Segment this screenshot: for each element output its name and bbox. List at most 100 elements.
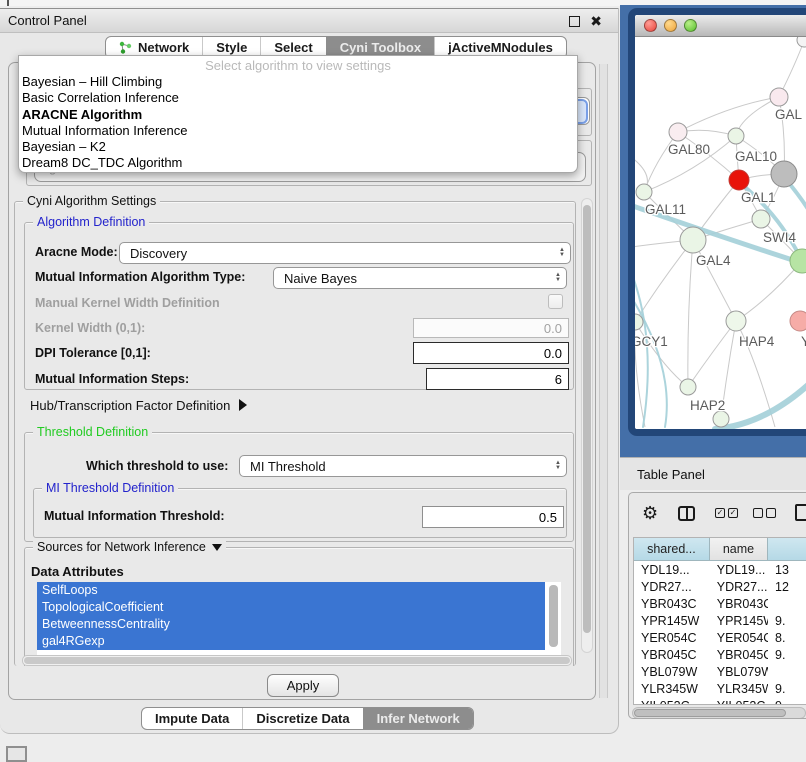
mi-threshold-label: Mutual Information Threshold: bbox=[44, 509, 225, 523]
table-row[interactable]: YIL052CYIL052C9 bbox=[634, 697, 806, 705]
network-node[interactable] bbox=[797, 37, 806, 47]
table-rows: YDL19...YDL19...13YDR27...YDR27...12YBR0… bbox=[634, 561, 806, 705]
minimized-panel-icon[interactable] bbox=[6, 746, 27, 762]
table-cell: 12 bbox=[768, 580, 806, 594]
control-panel-titlebar[interactable]: Control Panel ✖ bbox=[0, 8, 618, 33]
network-node[interactable] bbox=[729, 170, 749, 190]
dpi-tolerance-field[interactable]: 0.0 bbox=[413, 342, 569, 364]
table-column-header[interactable] bbox=[768, 538, 806, 561]
table-row[interactable]: YDL19...YDL19...13 bbox=[634, 561, 806, 578]
network-edge bbox=[736, 261, 802, 321]
aracne-mode-combobox[interactable]: Discovery ▲▼ bbox=[119, 242, 571, 264]
table-row[interactable]: YDR27...YDR27...12 bbox=[634, 578, 806, 595]
manual-kernel-checkbox[interactable] bbox=[548, 294, 563, 309]
control-panel-window: Control Panel ✖ NetworkStyleSelectCyni T… bbox=[0, 8, 619, 734]
network-node[interactable] bbox=[790, 249, 806, 273]
float-window-icon[interactable] bbox=[569, 16, 580, 27]
algorithm-definition-title: Algorithm Definition bbox=[33, 215, 149, 229]
which-threshold-combobox[interactable]: MI Threshold ▲▼ bbox=[239, 455, 567, 477]
split-view-icon[interactable] bbox=[678, 506, 695, 521]
network-node[interactable] bbox=[728, 128, 744, 144]
data-attribute-item[interactable]: gal4RGexp bbox=[37, 633, 545, 650]
minimize-traffic-light[interactable] bbox=[664, 19, 677, 32]
horizontal-scrollbar[interactable] bbox=[22, 655, 572, 666]
settings-scrollbar-thumb[interactable] bbox=[583, 205, 591, 633]
data-attribute-item[interactable]: SelfLoops bbox=[37, 582, 545, 599]
network-window-titlebar[interactable] bbox=[635, 15, 806, 37]
algorithm-option[interactable]: Basic Correlation Inference bbox=[19, 90, 577, 106]
algorithm-option[interactable]: Bayesian – K2 bbox=[19, 139, 577, 155]
hub-definition-expander[interactable]: Hub/Transcription Factor Definition bbox=[30, 397, 247, 413]
data-attribute-item[interactable]: TopologicalCoefficient bbox=[37, 599, 545, 616]
network-node[interactable] bbox=[680, 379, 696, 395]
table-horizontal-scrollbar[interactable] bbox=[632, 707, 806, 719]
algorithm-option[interactable]: ARACNE Algorithm bbox=[19, 107, 577, 123]
table-header-row: shared...name bbox=[634, 538, 806, 561]
table-panel-titlebar[interactable]: Table Panel bbox=[620, 457, 806, 490]
network-node[interactable] bbox=[669, 123, 687, 141]
close-traffic-light[interactable] bbox=[644, 19, 657, 32]
table-row[interactable]: YLR345WYLR345W9. bbox=[634, 680, 806, 697]
new-column-icon[interactable] bbox=[795, 504, 806, 521]
list-scrollbar-thumb[interactable] bbox=[549, 585, 558, 647]
table-horizontal-scrollbar-thumb[interactable] bbox=[634, 709, 786, 717]
table-column-header[interactable]: shared... bbox=[634, 538, 710, 561]
data-attributes-label: Data Attributes bbox=[31, 564, 124, 579]
bottom-tab-discretize-data[interactable]: Discretize Data bbox=[242, 708, 362, 729]
zoom-traffic-light[interactable] bbox=[684, 19, 697, 32]
table-cell: YBR043C bbox=[634, 597, 710, 611]
table-column-header[interactable]: name bbox=[710, 538, 768, 561]
network-node[interactable] bbox=[771, 161, 797, 187]
network-node-label: SWI4 bbox=[763, 230, 796, 245]
table-row[interactable]: YPR145WYPR145W9. bbox=[634, 612, 806, 629]
network-node[interactable] bbox=[770, 88, 788, 106]
network-node[interactable] bbox=[790, 311, 806, 331]
close-icon[interactable]: ✖ bbox=[590, 13, 602, 30]
panel-scrollbar-track[interactable] bbox=[599, 64, 608, 698]
apply-button[interactable]: Apply bbox=[267, 674, 339, 697]
network-node-label: GAL11 bbox=[645, 202, 686, 217]
kernel-width-label: Kernel Width (0,1): bbox=[35, 321, 145, 335]
horizontal-scrollbar-thumb[interactable] bbox=[24, 657, 570, 664]
algorithm-popup-placeholder: Select algorithm to view settings bbox=[19, 57, 577, 74]
network-view-window[interactable]: GALGAL80GAL10GAL1GAL11SWI4GAL4GCY1HAP4YH… bbox=[628, 8, 806, 436]
table-cell: YER054C bbox=[710, 631, 768, 645]
combobox-stepper-icon: ▲▼ bbox=[550, 461, 566, 471]
algorithm-option[interactable]: Mutual Information Inference bbox=[19, 123, 577, 139]
gear-icon[interactable]: ⚙ bbox=[642, 503, 658, 523]
mi-type-combobox[interactable]: Naive Bayes ▲▼ bbox=[273, 267, 567, 289]
network-node-label: GAL1 bbox=[741, 190, 776, 205]
network-graph: GALGAL80GAL10GAL1GAL11SWI4GAL4GCY1HAP4YH… bbox=[635, 37, 806, 429]
data-attribute-item[interactable]: BetweennessCentrality bbox=[37, 616, 545, 633]
table-cell: 13 bbox=[768, 563, 806, 577]
table-row[interactable]: YBL079WYBL079W bbox=[634, 663, 806, 680]
bottom-tab-infer-network[interactable]: Infer Network bbox=[363, 708, 473, 729]
show-unchecked-icon[interactable] bbox=[753, 508, 776, 518]
table-row[interactable]: YBR045CYBR045C9. bbox=[634, 646, 806, 663]
sources-title[interactable]: Sources for Network Inference bbox=[33, 540, 226, 554]
table-cell: YLR345W bbox=[710, 682, 768, 696]
algorithm-option[interactable]: Bayesian – Hill Climbing bbox=[19, 74, 577, 90]
which-threshold-label: Which threshold to use: bbox=[86, 459, 228, 473]
algorithm-option[interactable]: Dream8 DC_TDC Algorithm bbox=[19, 155, 577, 171]
network-node[interactable] bbox=[713, 411, 729, 427]
settings-scrollbar-track[interactable] bbox=[581, 198, 593, 653]
aracne-mode-value: Discovery bbox=[120, 246, 554, 261]
network-node[interactable] bbox=[726, 311, 746, 331]
network-node-label: GAL80 bbox=[668, 142, 710, 157]
table-cell: 9. bbox=[768, 648, 806, 662]
bottom-tab-impute-data[interactable]: Impute Data bbox=[142, 708, 242, 729]
network-canvas[interactable]: GALGAL80GAL10GAL1GAL11SWI4GAL4GCY1HAP4YH… bbox=[635, 37, 806, 429]
network-node[interactable] bbox=[680, 227, 706, 253]
show-checked-icon[interactable]: ✓✓ bbox=[715, 508, 738, 518]
mi-threshold-field[interactable]: 0.5 bbox=[422, 506, 564, 528]
table-row[interactable]: YER054CYER054C8. bbox=[634, 629, 806, 646]
dpi-tolerance-label: DPI Tolerance [0,1]: bbox=[35, 346, 151, 360]
table-row[interactable]: YBR043CYBR043C bbox=[634, 595, 806, 612]
network-icon bbox=[119, 41, 132, 54]
kernel-width-field[interactable]: 0.0 bbox=[413, 318, 569, 338]
table-cell: YBR045C bbox=[634, 648, 710, 662]
network-node[interactable] bbox=[752, 210, 770, 228]
mi-steps-field[interactable]: 6 bbox=[426, 368, 569, 390]
network-node[interactable] bbox=[636, 184, 652, 200]
